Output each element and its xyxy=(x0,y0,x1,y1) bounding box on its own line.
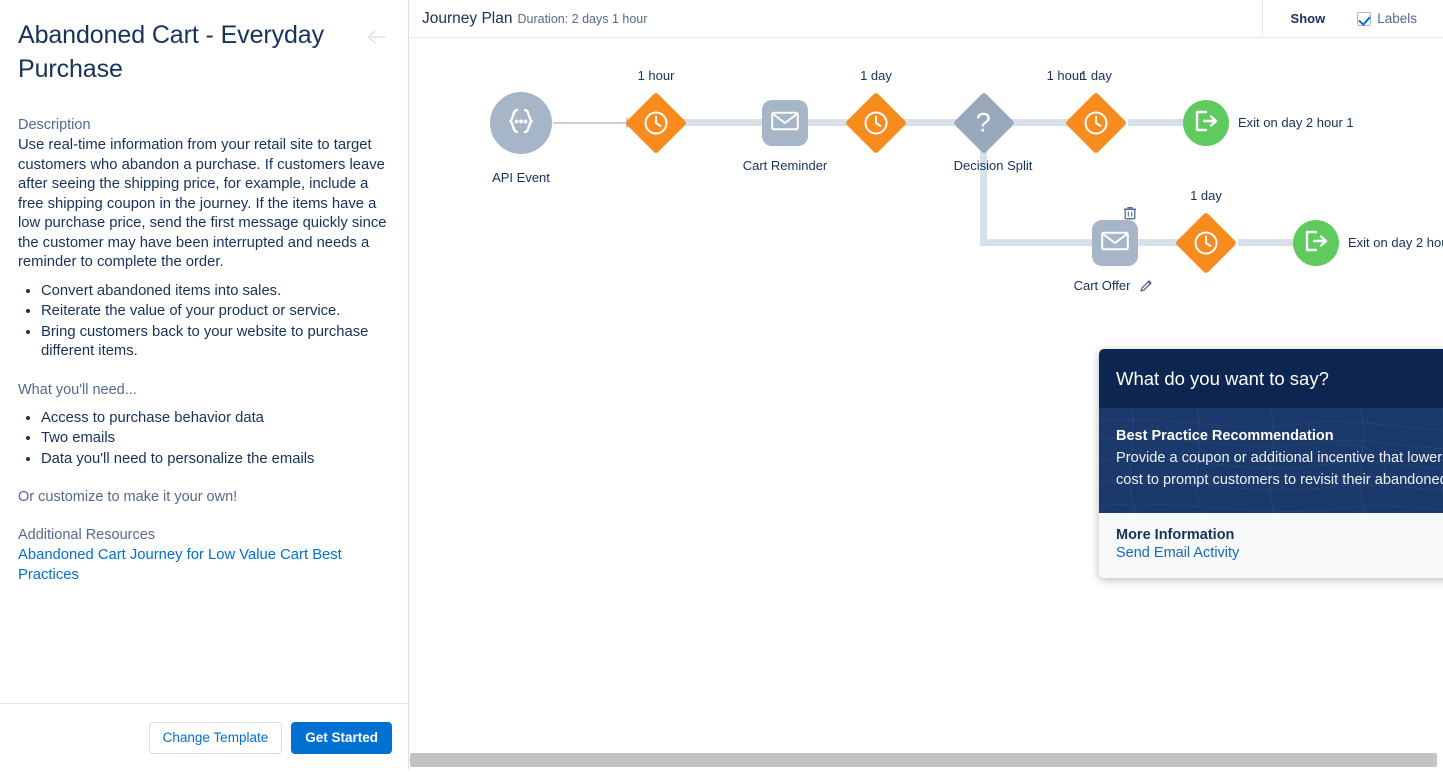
wait-node-shape[interactable] xyxy=(844,91,908,155)
exit-node-shape[interactable] xyxy=(1183,100,1229,146)
wait-node-shape[interactable] xyxy=(1064,91,1128,155)
api-braces-icon xyxy=(504,106,538,141)
toolbar-right-group: Show Labels xyxy=(1261,0,1443,38)
sidebar-header: Abandoned Cart - Everyday Purchase xyxy=(18,18,388,86)
popover-body: Best Practice Recommendation Provide a c… xyxy=(1099,408,1443,513)
wait-node-shape[interactable] xyxy=(1174,211,1238,275)
canvas-toolbar: Journey Plan Duration: 2 days 1 hour Sho… xyxy=(410,0,1443,38)
recommendation-text: Provide a coupon or additional incentive… xyxy=(1116,450,1443,488)
description-label: Description xyxy=(18,117,91,133)
popover-header: What do you want to say? xyxy=(1099,349,1443,408)
exit-door-icon xyxy=(1303,229,1329,258)
node-label-exit-bottom: Exit on day 2 hour 1 xyxy=(1348,235,1443,250)
needs-label: What you'll need... xyxy=(18,381,137,398)
email-node-shape[interactable] xyxy=(762,100,808,146)
list-item: Bring customers back to your website to … xyxy=(41,323,388,362)
clock-icon xyxy=(863,110,889,136)
envelope-icon xyxy=(1101,231,1129,256)
wait-label-1-day-b: 1 day xyxy=(1080,68,1112,83)
wait-label-1-day-c: 1 day xyxy=(1190,188,1222,203)
list-item: Two emails xyxy=(41,429,388,449)
resource-link[interactable]: Abandoned Cart Journey for Low Value Car… xyxy=(18,546,388,585)
node-label-decision-split: Decision Split xyxy=(953,158,1033,173)
additional-resources-label: Additional Resources xyxy=(18,527,156,543)
arrow-left-icon[interactable] xyxy=(366,28,388,50)
labels-label: Labels xyxy=(1377,11,1417,26)
pencil-icon[interactable] xyxy=(1139,279,1153,298)
node-wait-1-day-b[interactable] xyxy=(1064,91,1128,155)
exit-node-shape[interactable] xyxy=(1293,220,1339,266)
more-information-title: More Information xyxy=(1116,527,1235,543)
clock-icon xyxy=(1193,230,1219,256)
clock-icon xyxy=(643,110,669,136)
envelope-icon xyxy=(771,111,799,136)
node-wait-1-day-c[interactable] xyxy=(1174,211,1238,275)
sidebar-footer: Change Template Get Started xyxy=(0,703,408,772)
horizontal-scrollbar[interactable] xyxy=(410,753,1437,767)
sidebar-content: Abandoned Cart - Everyday Purchase Descr… xyxy=(0,0,408,703)
node-label-cart-reminder: Cart Reminder xyxy=(742,158,828,173)
node-cart-offer[interactable] xyxy=(1092,220,1138,266)
show-label: Show xyxy=(1290,11,1326,26)
exit-door-icon xyxy=(1193,109,1219,138)
needs-list: Access to purchase behavior data Two ema… xyxy=(18,409,388,470)
journey-canvas-pane: Journey Plan Duration: 2 days 1 hour Sho… xyxy=(410,0,1443,772)
popover-footer: More Information Send Email Activity xyxy=(1099,513,1443,578)
node-wait-1-hour[interactable] xyxy=(624,91,688,155)
api-event-node-shape[interactable] xyxy=(490,92,552,154)
wait-label-1-hour-top: 1 hour xyxy=(637,68,675,83)
get-started-button[interactable]: Get Started xyxy=(291,722,392,754)
list-item: Reiterate the value of your product or s… xyxy=(41,302,388,322)
change-template-button[interactable]: Change Template xyxy=(148,722,283,754)
list-item: Access to purchase behavior data xyxy=(41,409,388,429)
recommendation-title: Best Practice Recommendation xyxy=(1116,428,1334,444)
checkbox-checked-icon[interactable] xyxy=(1357,11,1372,26)
question-mark-icon: ? xyxy=(976,107,992,138)
decision-node-shape[interactable]: ? xyxy=(952,91,1016,155)
journey-builder-app: Abandoned Cart - Everyday Purchase Descr… xyxy=(0,0,1443,772)
list-item: Data you'll need to personalize the emai… xyxy=(41,450,388,470)
description-text: Use real-time information from your reta… xyxy=(18,137,387,270)
node-cart-reminder[interactable] xyxy=(762,100,808,146)
email-node-shape[interactable] xyxy=(1092,220,1138,266)
journey-duration-label: Duration: 2 days 1 hour xyxy=(517,11,648,26)
benefits-list: Convert abandoned items into sales. Reit… xyxy=(18,282,388,362)
node-decision-split[interactable]: ? xyxy=(952,91,1016,155)
toolbar-divider xyxy=(1261,0,1263,38)
node-wait-1-day-a[interactable] xyxy=(844,91,908,155)
node-exit-bottom[interactable] xyxy=(1293,220,1339,266)
node-api-event[interactable] xyxy=(490,92,552,154)
trash-icon[interactable] xyxy=(1123,206,1137,225)
node-label-api-event: API Event xyxy=(492,170,550,185)
node-exit-top[interactable] xyxy=(1183,100,1229,146)
list-item: Convert abandoned items into sales. xyxy=(41,282,388,302)
clock-icon xyxy=(1083,110,1109,136)
labels-checkbox-toggle[interactable]: Labels xyxy=(1357,11,1417,26)
wait-label-1-day-a: 1 day xyxy=(860,68,892,83)
send-email-activity-link[interactable]: Send Email Activity xyxy=(1116,545,1239,561)
journey-flow-area[interactable]: API Event 1 hour 1 hour Cart Reminder 1 … xyxy=(410,39,1443,746)
journey-plan-label: Journey Plan xyxy=(422,9,513,27)
popover-title: What do you want to say? xyxy=(1116,368,1329,389)
template-details-sidebar: Abandoned Cart - Everyday Purchase Descr… xyxy=(0,0,409,772)
wait-node-shape[interactable] xyxy=(624,91,688,155)
node-label-exit-top: Exit on day 2 hour 1 xyxy=(1238,115,1354,130)
page-title: Abandoned Cart - Everyday Purchase xyxy=(18,21,325,83)
connector-api-to-wait1 xyxy=(553,122,628,124)
customize-text: Or customize to make it your own! xyxy=(18,489,238,505)
best-practice-popover: What do you want to say? Best Practice R… xyxy=(1099,349,1443,578)
